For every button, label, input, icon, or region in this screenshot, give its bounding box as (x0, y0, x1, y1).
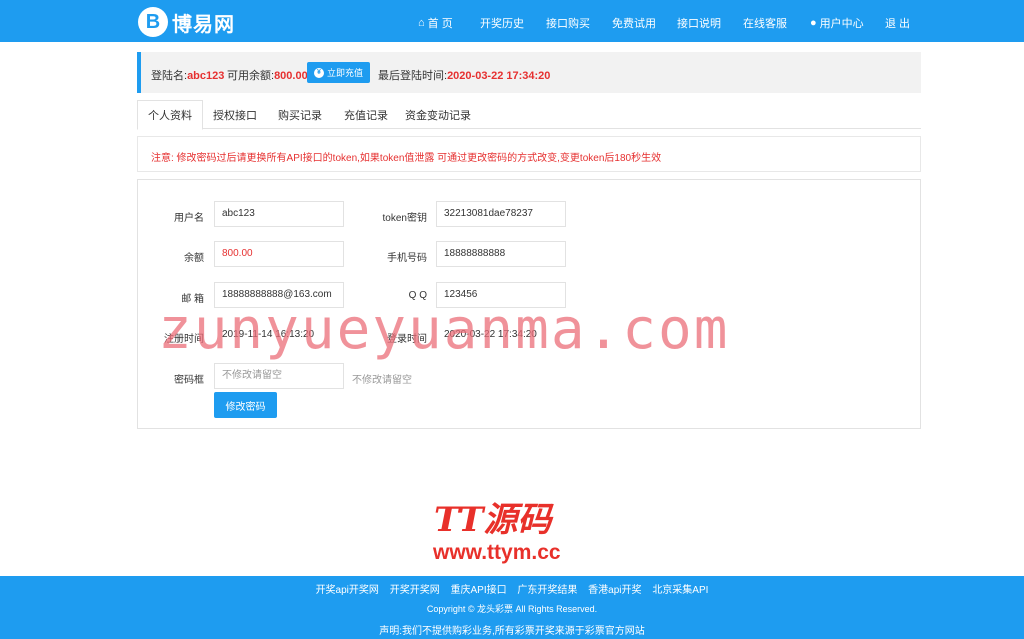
home-icon: ⌂ (418, 17, 425, 29)
notice-text: 注意: 修改密码过后请更换所有API接口的token,如果token值泄露 可通… (151, 153, 662, 164)
change-password-button[interactable]: 修改密码 (214, 392, 277, 418)
watermark-ttym-url: www.ttym.cc (433, 541, 561, 564)
nav-user-center-label: 用户中心 (819, 18, 864, 30)
password-label: 密码框 (174, 375, 204, 386)
login-name-value: abc123 (187, 70, 225, 82)
profile-tabs: 个人资料 授权接口 购买记录 充值记录 资金变动记录 (137, 100, 921, 130)
tab-profile[interactable]: 个人资料 (137, 100, 203, 130)
nav-home[interactable]: ⌂ 首 页 (418, 15, 453, 31)
tab-purchase-records[interactable]: 购买记录 (267, 100, 333, 129)
login-name-label: 登陆名: (151, 70, 188, 82)
recharge-button[interactable]: ¥ 立即充值 (307, 62, 370, 83)
nav-user-center[interactable]: ● 用户中心 (810, 15, 864, 31)
recharge-button-label: 立即充值 (326, 68, 363, 78)
nav-api-docs-label: 接口说明 (677, 18, 721, 30)
password-hint: 不修改请留空 (352, 375, 412, 386)
tab-recharge-records[interactable]: 充值记录 (333, 100, 399, 129)
footer-link-2[interactable]: 开奖开奖网 (390, 585, 440, 596)
token-field[interactable]: 32213081dae78237 (436, 201, 566, 227)
footer-link-3[interactable]: 重庆API接口 (450, 585, 506, 596)
last-login-label: 最后登陆时间: (378, 70, 448, 82)
yen-icon: ¥ (313, 67, 324, 78)
balance-label: 余额 (184, 253, 204, 264)
balance-info-value: 800.00 (274, 70, 308, 82)
watermark-zunyueyuanma: zunyueyuanma.com (158, 297, 730, 362)
nav-online-support[interactable]: 在线客服 (743, 15, 787, 31)
last-login-value: 2020-03-22 17:34:20 (447, 70, 551, 82)
password-input[interactable]: 不修改请留空 (214, 363, 344, 389)
logo-text: 博易网 (172, 11, 235, 36)
nav-online-support-label: 在线客服 (743, 18, 787, 30)
site-footer: 开奖api开奖网 开奖开奖网 重庆API接口 广东开奖结果 香港api开奖 北京… (0, 576, 1024, 639)
footer-disclaimer: 声明:我们不提供购彩业务,所有彩票开奖来源于彩票官方网站 (379, 626, 645, 637)
nav-free-trial[interactable]: 免费试用 (612, 15, 656, 31)
phone-label: 手机号码 (387, 253, 427, 264)
nav-logout[interactable]: 退 出 (885, 15, 910, 31)
balance-info-label: 可用余额: (227, 70, 275, 82)
login-name-info: 登陆名:abc123 (151, 67, 224, 83)
balance-field[interactable]: 800.00 (214, 241, 344, 267)
password-notice: 注意: 修改密码过后请更换所有API接口的token,如果token值泄露 可通… (137, 136, 921, 172)
footer-copyright: Copyright © 龙头彩票 All Rights Reserved. (426, 604, 598, 614)
phone-field[interactable]: 18888888888 (436, 241, 566, 267)
footer-link-5[interactable]: 香港api开奖 (588, 585, 641, 596)
nav-home-label: 首 页 (427, 18, 453, 30)
balance-info: 可用余额:800.00 (227, 67, 308, 83)
site-logo[interactable]: B 博易网 (138, 7, 235, 37)
top-header: B 博易网 ⌂ 首 页 开奖历史 接口购买 免费试用 接口说明 在线客服 ● 用… (0, 0, 1024, 42)
footer-link-1[interactable]: 开奖api开奖网 (316, 585, 379, 596)
nav-logout-label: 退 出 (885, 18, 911, 30)
nav-api-docs[interactable]: 接口说明 (677, 15, 721, 31)
nav-api-purchase[interactable]: 接口购买 (546, 15, 590, 31)
nav-free-trial-label: 免费试用 (612, 18, 656, 30)
tab-fund-changes[interactable]: 资金变动记录 (399, 100, 477, 129)
nav-draw-history-label: 开奖历史 (480, 18, 524, 30)
username-label: 用户名 (174, 213, 204, 224)
last-login-info: 最后登陆时间:2020-03-22 17:34:20 (378, 67, 550, 83)
footer-link-6[interactable]: 北京采集API (652, 585, 708, 596)
token-label: token密钥 (382, 213, 427, 224)
watermark-ttym-logo: TT源码 (434, 500, 552, 540)
user-icon: ● (810, 17, 817, 29)
nav-api-purchase-label: 接口购买 (546, 18, 590, 30)
username-field[interactable]: abc123 (214, 201, 344, 227)
footer-link-4[interactable]: 广东开奖结果 (517, 585, 577, 596)
tab-authorized-api[interactable]: 授权接口 (203, 100, 267, 129)
footer-links: 开奖api开奖网 开奖开奖网 重庆API接口 广东开奖结果 香港api开奖 北京… (0, 581, 1024, 596)
nav-draw-history[interactable]: 开奖历史 (480, 15, 524, 31)
account-info-bar: 登陆名:abc123 可用余额:800.00 ¥ 立即充值 最后登陆时间:202… (137, 52, 921, 93)
logo-mark: B (138, 7, 168, 37)
